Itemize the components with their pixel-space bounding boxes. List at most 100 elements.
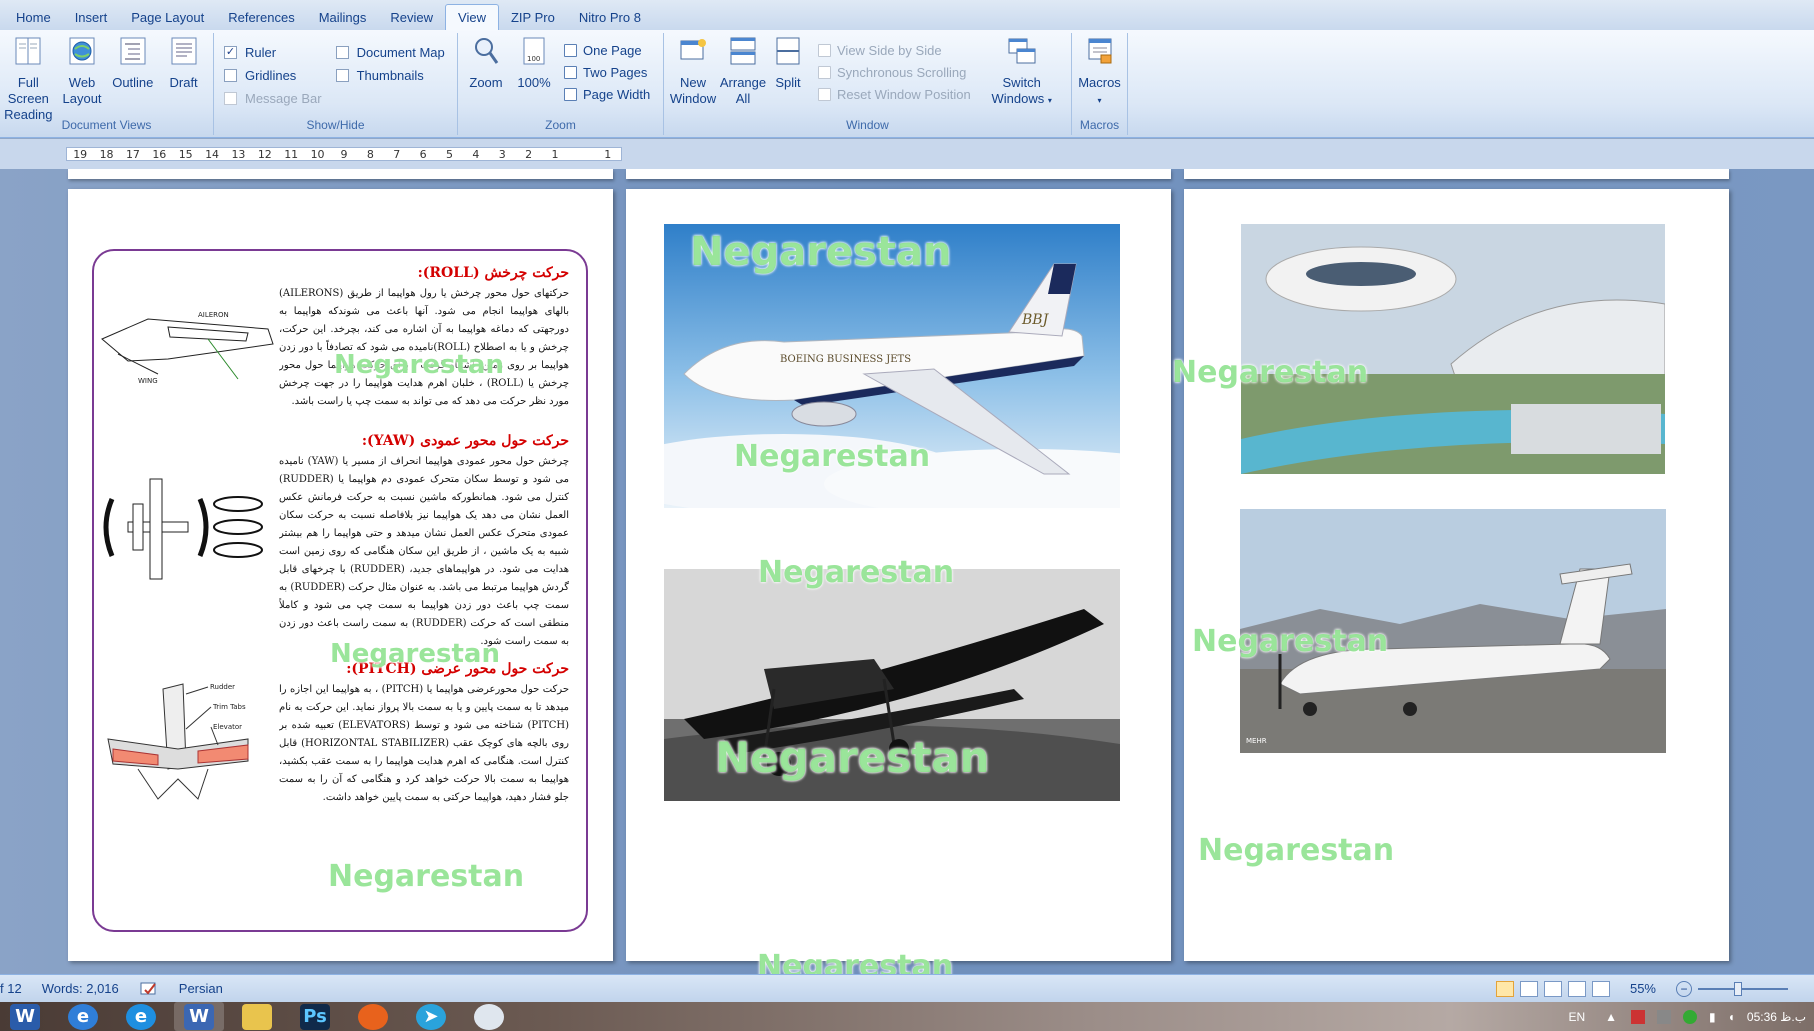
page-indicator[interactable]: f 12 xyxy=(0,981,32,996)
two-pages-button[interactable]: Two Pages xyxy=(564,61,650,83)
print-layout-view-icon[interactable] xyxy=(1495,980,1514,997)
ruler-number: 1 xyxy=(551,147,559,161)
photoshop-icon: Ps xyxy=(300,1003,330,1030)
tab-mailings[interactable]: Mailings xyxy=(307,4,379,30)
firefox-icon xyxy=(358,1003,388,1030)
ruler-number: 6 xyxy=(419,147,427,161)
taskbar-word[interactable]: W xyxy=(0,1002,50,1031)
one-page-icon xyxy=(564,43,577,57)
volume-icon[interactable]: ◖ xyxy=(1728,1010,1735,1024)
new-window-label: New Window xyxy=(669,75,717,106)
tab-insert[interactable]: Insert xyxy=(63,4,120,30)
split-icon xyxy=(776,37,800,65)
macros-text: Macros xyxy=(1078,75,1121,90)
taskbar-explorer[interactable] xyxy=(232,1002,282,1031)
taskbar-word-doc[interactable]: W xyxy=(174,1002,224,1031)
document-area[interactable]: حرکت چرخش (ROLL): حرکتهای حول محور چرخش … xyxy=(0,169,1814,974)
elevator-label: Elevator xyxy=(213,723,242,731)
one-page-button[interactable]: One Page xyxy=(564,39,650,61)
taskbar-photoshop[interactable]: Ps xyxy=(290,1002,340,1031)
language-indicator[interactable]: Persian xyxy=(169,981,233,996)
tab-references[interactable]: References xyxy=(216,4,306,30)
document-map-label: Document Map xyxy=(356,45,445,60)
telegram-icon: ➤ xyxy=(416,1003,446,1030)
side-by-side-icon xyxy=(818,43,831,57)
zoom-slider-track[interactable] xyxy=(1698,981,1788,996)
web-layout-label: Web Layout xyxy=(62,75,102,106)
page-photos-2[interactable]: MEHR xyxy=(1184,189,1729,961)
web-layout-view-icon[interactable] xyxy=(1543,980,1562,997)
taskbar-telegram[interactable]: ➤ xyxy=(406,1002,456,1031)
checkbox-box xyxy=(335,46,349,59)
ruler-label: Ruler xyxy=(245,45,277,60)
arrange-all-label: Arrange All xyxy=(719,75,767,106)
tray-app-icon[interactable] xyxy=(1657,1009,1672,1024)
vintage-aircraft-photo xyxy=(664,569,1120,801)
document-map-checkbox[interactable]: Document Map xyxy=(335,41,445,64)
tray-expand-icon[interactable]: ▲ xyxy=(1605,1010,1617,1024)
turboprop-photo-image: MEHR xyxy=(1240,509,1666,753)
paragraph-roll: حرکتهای حول محور چرخش یا رول هواپیما از … xyxy=(279,288,569,407)
ruler-number: 5 xyxy=(445,147,453,161)
sync-scroll-icon xyxy=(818,65,831,79)
view-buttons xyxy=(1486,980,1620,997)
zoom-slider[interactable]: − xyxy=(1666,980,1814,997)
tab-home[interactable]: Home xyxy=(4,4,63,30)
draft-icon xyxy=(171,37,197,65)
thumbnails-checkbox[interactable]: Thumbnails xyxy=(335,64,445,87)
page-width-button[interactable]: Page Width xyxy=(564,83,650,105)
proofing-book-icon xyxy=(140,982,156,995)
boeing-photo-image: BOEING BUSINESS JETS BBJ xyxy=(664,224,1120,508)
tail-control-diagram: Rudder Trim Tabs Elevator xyxy=(107,683,249,800)
ruler-number: 11 xyxy=(284,147,299,161)
tray-app-icon[interactable] xyxy=(1631,1009,1646,1024)
wing-aileron-diagram: AILERON WING xyxy=(101,311,274,385)
airship-photo-image xyxy=(1241,224,1665,474)
taskbar-edge[interactable]: e xyxy=(58,1002,108,1031)
draft-view-icon[interactable] xyxy=(1591,980,1610,997)
switch-windows-icon xyxy=(1008,38,1036,64)
tab-view[interactable]: View xyxy=(445,4,499,30)
taskbar-paint[interactable] xyxy=(464,1002,514,1031)
clock[interactable]: 05:36 ب.ظ xyxy=(1747,1010,1806,1024)
new-window-icon xyxy=(680,39,706,60)
folder-icon xyxy=(242,1003,272,1030)
word-count[interactable]: Words: 2,016 xyxy=(32,981,129,996)
web-layout-icon xyxy=(69,37,95,65)
zoom-level[interactable]: 55% xyxy=(1620,981,1666,996)
taskbar-firefox[interactable] xyxy=(348,1002,398,1031)
outline-label: Outline xyxy=(112,75,154,90)
taskbar-ie[interactable]: e xyxy=(116,1002,166,1031)
tab-review[interactable]: Review xyxy=(378,4,445,30)
full-screen-view-icon[interactable] xyxy=(1519,980,1538,997)
outline-view-icon[interactable] xyxy=(1567,980,1586,997)
boeing-livery-text: BOEING BUSINESS JETS xyxy=(780,354,911,365)
zoom-out-icon[interactable]: − xyxy=(1676,980,1692,997)
thumbnails-label: Thumbnails xyxy=(356,68,424,83)
network-icon[interactable]: ▮ xyxy=(1709,1010,1716,1024)
futuristic-airship-photo xyxy=(1241,224,1665,474)
input-language[interactable]: EN xyxy=(1568,1010,1585,1024)
message-bar-label: Message Bar xyxy=(245,91,322,106)
ruler-number: 2 xyxy=(525,147,533,161)
page-stub xyxy=(68,169,613,179)
ruler-number: 19 xyxy=(73,147,88,161)
gridlines-checkbox[interactable]: Gridlines xyxy=(224,64,322,87)
tab-page-layout[interactable]: Page Layout xyxy=(119,4,216,30)
switch-windows-text: Switch Windows xyxy=(991,75,1045,106)
page-text[interactable]: حرکت چرخش (ROLL): حرکتهای حول محور چرخش … xyxy=(68,189,613,961)
tab-nitro-pro[interactable]: Nitro Pro 8 xyxy=(567,4,653,30)
horizontal-ruler[interactable]: 19 18 17 16 15 14 13 12 11 10 9 8 7 6 5 4 3 2 1 1 xyxy=(66,147,622,161)
tray-app-icon[interactable] xyxy=(1683,1009,1698,1024)
zoom-slider-thumb[interactable] xyxy=(1734,981,1742,996)
switch-windows-label: Switch Windows ▾ xyxy=(991,75,1053,109)
taskbar: W e e W Ps ➤ EN ▲ ▮ ◖ 05:36 ب.ظ xyxy=(0,1002,1814,1031)
tab-zip-pro[interactable]: ZIP Pro xyxy=(499,4,567,30)
draft-label: Draft xyxy=(169,75,198,90)
ruler-number: 15 xyxy=(178,147,193,161)
ruler-checkbox[interactable]: ✓ Ruler xyxy=(224,41,322,64)
heading-yaw: حرکت حول محور عمودی (YAW): xyxy=(361,433,569,449)
reset-window-position-label: Reset Window Position xyxy=(837,86,971,102)
proofing-status[interactable] xyxy=(129,980,169,998)
page-photos-1[interactable]: BOEING BUSINESS JETS BBJ xyxy=(626,189,1171,961)
